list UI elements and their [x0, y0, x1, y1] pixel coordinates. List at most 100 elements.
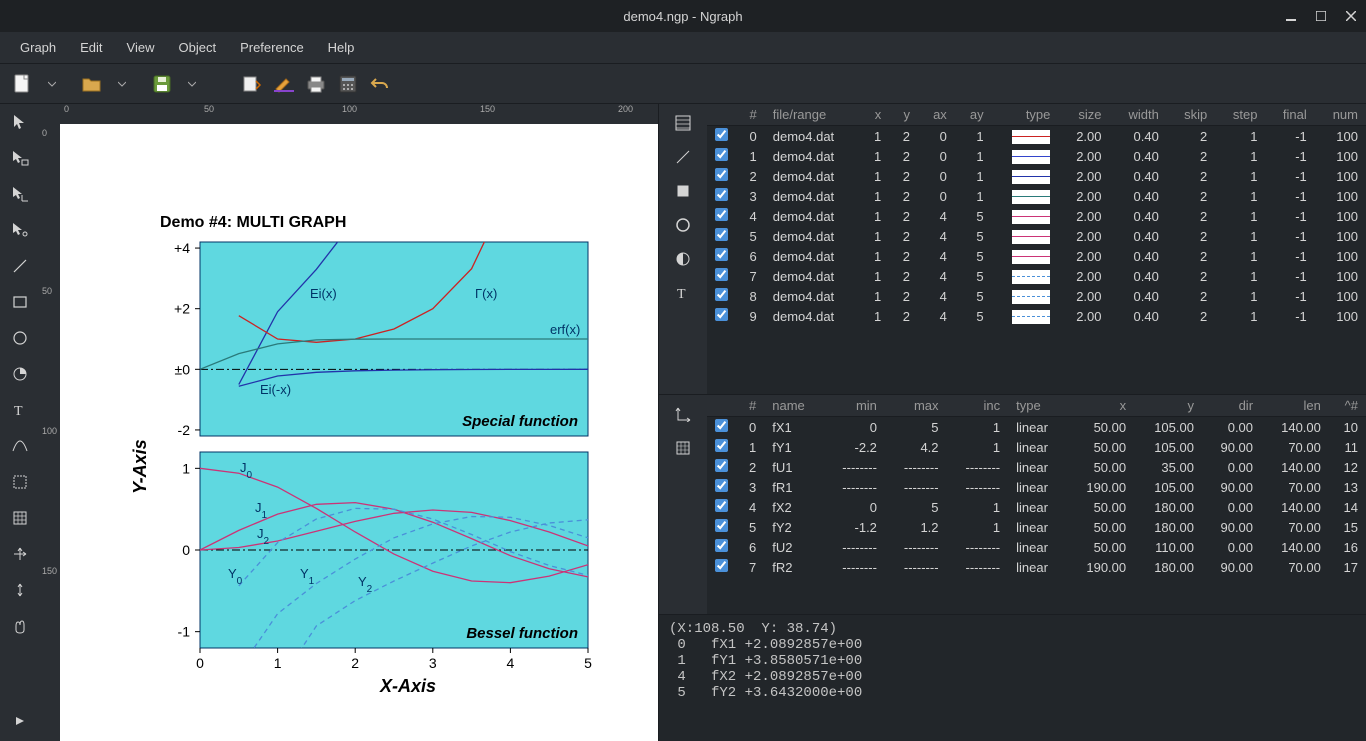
- row-checkbox[interactable]: [715, 128, 728, 141]
- chevron-down-icon[interactable]: [108, 70, 136, 98]
- line-style-icon[interactable]: [672, 146, 694, 168]
- col-max[interactable]: max: [885, 395, 947, 417]
- maximize-icon[interactable]: [1314, 9, 1328, 23]
- table-row[interactable]: 8 demo4.dat 1245 2.000.4021-1100: [707, 286, 1366, 306]
- menu-graph[interactable]: Graph: [8, 36, 68, 59]
- col-min[interactable]: min: [823, 395, 885, 417]
- grid-side-icon[interactable]: [672, 437, 694, 459]
- graph-canvas[interactable]: Demo #4: MULTI GRAPH Y-Axis X-Axis -2±0+…: [60, 124, 658, 741]
- half-circle-icon[interactable]: [672, 248, 694, 270]
- calc-icon[interactable]: [334, 70, 362, 98]
- text-tool-icon[interactable]: T: [6, 396, 34, 424]
- row-checkbox[interactable]: [715, 539, 728, 552]
- col-#[interactable]: #: [736, 395, 764, 417]
- row-checkbox[interactable]: [715, 308, 728, 321]
- gauss-tool-icon[interactable]: [6, 432, 34, 460]
- table-row[interactable]: 4 demo4.dat 1245 2.000.4021-1100: [707, 206, 1366, 226]
- print-icon[interactable]: [302, 70, 330, 98]
- menu-help[interactable]: Help: [316, 36, 367, 59]
- row-checkbox[interactable]: [715, 248, 728, 261]
- row-checkbox[interactable]: [715, 459, 728, 472]
- pointer-axis-icon[interactable]: [6, 180, 34, 208]
- table-row[interactable]: 6 demo4.dat 1245 2.000.4021-1100: [707, 246, 1366, 266]
- undo-icon[interactable]: [366, 70, 394, 98]
- data-list-icon[interactable]: [672, 112, 694, 134]
- grid-tool-icon[interactable]: [6, 504, 34, 532]
- table-row[interactable]: 7 demo4.dat 1245 2.000.4021-1100: [707, 266, 1366, 286]
- row-checkbox[interactable]: [715, 268, 728, 281]
- table-row[interactable]: 0 demo4.dat 1201 2.000.4021-1100: [707, 126, 1366, 147]
- menu-object[interactable]: Object: [167, 36, 229, 59]
- minimize-icon[interactable]: [1284, 9, 1298, 23]
- frame-sel-icon[interactable]: [6, 468, 34, 496]
- table-row[interactable]: 1 fY1 -2.24.21 linear 50.00105.0090.0070…: [707, 437, 1366, 457]
- row-checkbox[interactable]: [715, 439, 728, 452]
- table-row[interactable]: 9 demo4.dat 1245 2.000.4021-1100: [707, 306, 1366, 326]
- col-inc[interactable]: inc: [947, 395, 1009, 417]
- table-row[interactable]: 2 fU1 ------------------------ linear 50…: [707, 457, 1366, 477]
- hand-tool-icon[interactable]: [6, 612, 34, 640]
- col-ay[interactable]: ay: [955, 104, 992, 126]
- col-y[interactable]: y: [1134, 395, 1202, 417]
- row-checkbox[interactable]: [715, 479, 728, 492]
- pointer-icon[interactable]: [6, 108, 34, 136]
- col-type[interactable]: type: [992, 104, 1059, 126]
- chevron-down-icon[interactable]: [38, 70, 66, 98]
- col-size[interactable]: size: [1058, 104, 1109, 126]
- text-side-icon[interactable]: T: [672, 282, 694, 304]
- table-row[interactable]: 4 fX2 051 linear 50.00180.000.00140.0014: [707, 497, 1366, 517]
- col-file/range[interactable]: file/range: [765, 104, 861, 126]
- axis-cross-icon[interactable]: [6, 540, 34, 568]
- table-row[interactable]: 5 fY2 -1.21.21 linear 50.00180.0090.0070…: [707, 517, 1366, 537]
- row-checkbox[interactable]: [715, 519, 728, 532]
- col-#[interactable]: #: [736, 104, 765, 126]
- table-row[interactable]: 2 demo4.dat 1201 2.000.4021-1100: [707, 166, 1366, 186]
- pointer-legend-icon[interactable]: [6, 144, 34, 172]
- pointer-data-icon[interactable]: [6, 216, 34, 244]
- col-skip[interactable]: skip: [1167, 104, 1215, 126]
- chevron-down-icon[interactable]: [178, 70, 206, 98]
- file-open-icon[interactable]: [78, 70, 106, 98]
- col-step[interactable]: step: [1215, 104, 1265, 126]
- table-row[interactable]: 3 fR1 ------------------------ linear 19…: [707, 477, 1366, 497]
- col-width[interactable]: width: [1110, 104, 1167, 126]
- rect-side-icon[interactable]: [672, 180, 694, 202]
- row-checkbox[interactable]: [715, 188, 728, 201]
- table-row[interactable]: 7 fR2 ------------------------ linear 19…: [707, 557, 1366, 577]
- play-icon[interactable]: [6, 707, 34, 735]
- row-checkbox[interactable]: [715, 419, 728, 432]
- circle-tool-icon[interactable]: [6, 324, 34, 352]
- table-row[interactable]: 3 demo4.dat 1201 2.000.4021-1100: [707, 186, 1366, 206]
- row-checkbox[interactable]: [715, 208, 728, 221]
- col-x[interactable]: x: [1066, 395, 1134, 417]
- col-name[interactable]: name: [764, 395, 823, 417]
- menu-edit[interactable]: Edit: [68, 36, 114, 59]
- axis-single-icon[interactable]: [6, 576, 34, 604]
- row-checkbox[interactable]: [715, 288, 728, 301]
- circle-side-icon[interactable]: [672, 214, 694, 236]
- menu-preference[interactable]: Preference: [228, 36, 316, 59]
- table-row[interactable]: 6 fU2 ------------------------ linear 50…: [707, 537, 1366, 557]
- table-row[interactable]: 5 demo4.dat 1245 2.000.4021-1100: [707, 226, 1366, 246]
- file-save-icon[interactable]: [148, 70, 176, 98]
- col-y[interactable]: y: [889, 104, 918, 126]
- draw-tool-icon[interactable]: [270, 70, 298, 98]
- col-num[interactable]: num: [1315, 104, 1366, 126]
- close-icon[interactable]: [1344, 9, 1358, 23]
- row-checkbox[interactable]: [715, 168, 728, 181]
- col-ax[interactable]: ax: [918, 104, 955, 126]
- col-len[interactable]: len: [1261, 395, 1329, 417]
- row-checkbox[interactable]: [715, 228, 728, 241]
- col-final[interactable]: final: [1265, 104, 1314, 126]
- col-dir[interactable]: dir: [1202, 395, 1261, 417]
- rect-tool-icon[interactable]: [6, 288, 34, 316]
- arc-tool-icon[interactable]: [6, 360, 34, 388]
- col-type[interactable]: type: [1008, 395, 1066, 417]
- col-^#[interactable]: ^#: [1329, 395, 1366, 417]
- axis-list-icon[interactable]: [672, 403, 694, 425]
- menu-view[interactable]: View: [115, 36, 167, 59]
- row-checkbox[interactable]: [715, 559, 728, 572]
- row-checkbox[interactable]: [715, 499, 728, 512]
- col-x[interactable]: x: [861, 104, 890, 126]
- row-checkbox[interactable]: [715, 148, 728, 161]
